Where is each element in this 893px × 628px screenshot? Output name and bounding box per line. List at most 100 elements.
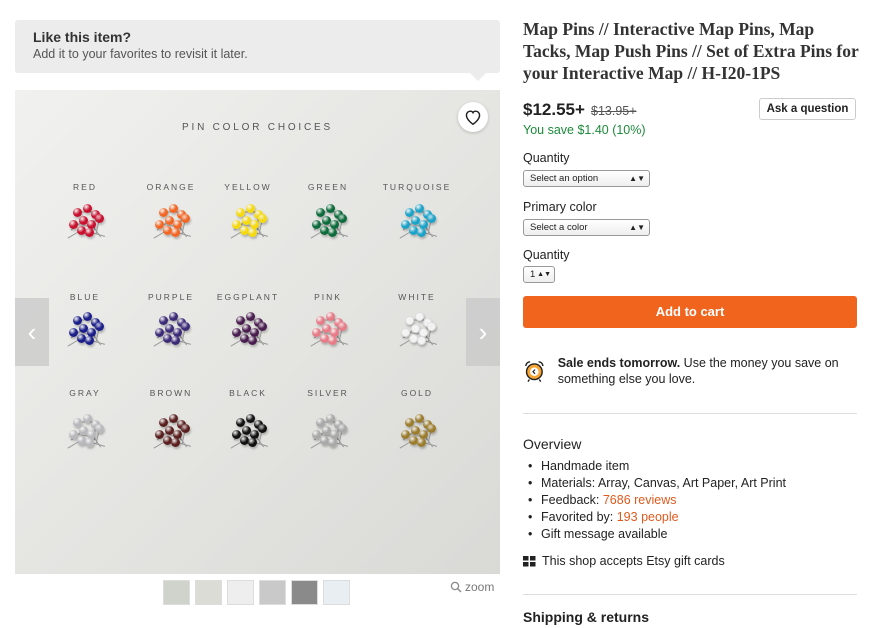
pin-head xyxy=(171,228,180,237)
pin-head xyxy=(427,214,436,223)
pin-head xyxy=(328,438,337,447)
chevron-updown-icon: ▲▼ xyxy=(629,174,645,183)
pin-cluster xyxy=(65,308,125,358)
pin-color-label: TURQUOISE xyxy=(382,182,452,192)
pin-cluster xyxy=(151,308,211,358)
pin-color-label: PINK xyxy=(314,292,342,302)
pin-cluster xyxy=(228,410,288,460)
price: $12.55+ xyxy=(523,100,585,119)
chevron-right-icon: › xyxy=(478,316,488,347)
pin-head xyxy=(95,322,104,331)
product-photo[interactable]: PIN COLOR CHOICES RED ORANGE YELLOW GREEN TU… xyxy=(15,90,500,574)
reviews-link[interactable]: 7686 reviews xyxy=(603,493,677,507)
thumbnail[interactable] xyxy=(323,580,350,605)
pin-head xyxy=(85,228,94,237)
pin-cluster xyxy=(397,200,457,250)
tooltip-title: Like this item? xyxy=(33,29,132,45)
photo-heading: PIN COLOR CHOICES xyxy=(182,122,333,133)
shipping-returns-heading[interactable]: Shipping & returns xyxy=(523,609,649,625)
pin-head xyxy=(417,336,426,345)
pin-color-label: BLACK xyxy=(229,388,267,398)
pin-cluster xyxy=(228,200,288,250)
list-item: Feedback: 7686 reviews xyxy=(523,492,786,509)
thumbnail[interactable] xyxy=(195,580,222,605)
quantity-stepper[interactable]: 1 ▲▼ xyxy=(523,266,555,283)
thumbnail-strip xyxy=(163,580,350,605)
favorite-button[interactable] xyxy=(458,102,488,132)
pin-head xyxy=(338,424,347,433)
overview-title: Overview xyxy=(523,436,582,452)
pin-head xyxy=(328,336,337,345)
gift-card-notice: This shop accepts Etsy gift cards xyxy=(523,554,725,568)
pin-head xyxy=(328,228,337,237)
divider xyxy=(523,413,857,414)
feedback-label: Feedback: xyxy=(541,493,603,507)
pin-cluster xyxy=(65,200,125,250)
divider xyxy=(523,594,857,595)
pin-head xyxy=(171,438,180,447)
sale-notice: Sale ends tomorrow. Use the money you sa… xyxy=(523,355,857,387)
color-select[interactable]: Select a color ▲▼ xyxy=(523,219,650,236)
zoom-button[interactable]: zoom xyxy=(450,580,494,594)
pin-color-label: EGGPLANT xyxy=(216,292,280,302)
pin-head xyxy=(258,424,267,433)
thumbnail[interactable] xyxy=(163,580,190,605)
pin-cluster xyxy=(308,410,368,460)
product-title: Map Pins // Interactive Map Pins, Map Ta… xyxy=(523,19,859,83)
pin-head xyxy=(181,322,190,331)
magnifier-icon xyxy=(450,581,462,593)
pin-cluster xyxy=(65,410,125,460)
quantity-label: Quantity xyxy=(523,151,570,165)
prev-image-button[interactable]: ‹ xyxy=(15,298,49,366)
pin-color-label: GOLD xyxy=(400,388,434,398)
pin-cluster xyxy=(228,308,288,358)
sale-bold: Sale ends tomorrow. xyxy=(557,356,681,370)
pin-cluster xyxy=(397,308,457,358)
pin-color-label: GREEN xyxy=(307,182,349,192)
pin-head xyxy=(95,424,104,433)
pin-head xyxy=(338,214,347,223)
ask-question-button[interactable]: Ask a question xyxy=(759,98,856,120)
quantity-value: 1 xyxy=(530,269,536,280)
list-item: Gift message available xyxy=(523,526,786,543)
gift-card-icon xyxy=(523,555,536,566)
zoom-label: zoom xyxy=(465,580,495,594)
color-label: Primary color xyxy=(523,200,597,214)
next-image-button[interactable]: › xyxy=(466,298,500,366)
favorited-label: Favorited by: xyxy=(541,510,617,524)
pin-head xyxy=(181,424,190,433)
savings-text: You save $1.40 (10%) xyxy=(523,123,646,137)
pin-head xyxy=(258,322,267,331)
image-panel: Like this item? Add it to your favorites… xyxy=(0,0,510,628)
pin-head xyxy=(248,228,257,237)
favorite-tooltip: Like this item? Add it to your favorites… xyxy=(15,20,500,81)
pin-color-label: SILVER xyxy=(307,388,349,398)
color-select-value: Select a color xyxy=(530,222,588,233)
thumbnail[interactable] xyxy=(227,580,254,605)
pin-color-label: YELLOW xyxy=(224,182,272,192)
pin-color-label: GRAY xyxy=(69,388,101,398)
original-price: $13.95+ xyxy=(591,104,637,118)
chevron-updown-icon: ▲▼ xyxy=(629,223,645,232)
pin-head xyxy=(417,438,426,447)
tooltip-subtitle: Add it to your favorites to revisit it l… xyxy=(33,47,248,61)
thumbnail[interactable] xyxy=(291,580,318,605)
pin-head xyxy=(181,214,190,223)
pin-head xyxy=(248,438,257,447)
pin-head xyxy=(85,336,94,345)
list-item: Materials: Array, Canvas, Art Paper, Art… xyxy=(523,475,786,492)
pin-cluster xyxy=(151,200,211,250)
heart-icon xyxy=(465,110,481,125)
chevron-updown-icon: ▲▼ xyxy=(537,271,551,278)
pin-head xyxy=(95,214,104,223)
pin-head xyxy=(417,228,426,237)
add-to-cart-button[interactable]: Add to cart xyxy=(523,296,857,328)
pin-head xyxy=(171,336,180,345)
thumbnail[interactable] xyxy=(259,580,286,605)
pin-head xyxy=(338,322,347,331)
quantity-select[interactable]: Select an option ▲▼ xyxy=(523,170,650,187)
pin-color-label: BLUE xyxy=(69,292,101,302)
favorited-link[interactable]: 193 people xyxy=(617,510,679,524)
quantity2-label: Quantity xyxy=(523,248,570,262)
alarm-clock-icon xyxy=(525,361,544,383)
